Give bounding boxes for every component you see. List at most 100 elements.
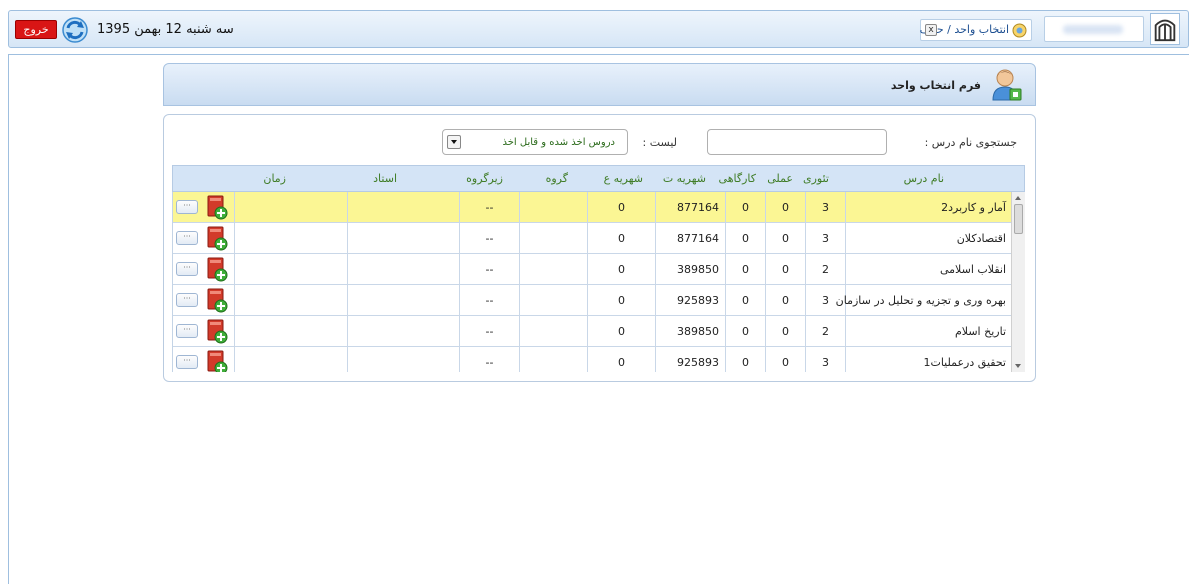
cell-tuition-t: 925893 xyxy=(656,285,726,316)
col-header-tuition-t[interactable]: شهریه ت xyxy=(663,172,706,185)
cell-subgroup: -- xyxy=(460,192,520,223)
cell-time xyxy=(235,192,348,223)
cell-tuition-t: 877164 xyxy=(656,192,726,223)
cell-theory: 2 xyxy=(806,316,846,347)
scroll-down-icon[interactable] xyxy=(1015,364,1021,368)
app-window: خروج سه شنبه 12 بهمن 1395 انتخاب واحد / … xyxy=(0,0,1189,584)
add-course-icon[interactable] xyxy=(206,350,228,372)
table-row[interactable]: ··· -- 0 877164 0 0 3 آمار و کاربرد2 xyxy=(173,192,1012,223)
cell-subgroup: -- xyxy=(460,347,520,372)
cell-theory: 3 xyxy=(806,347,846,372)
add-course-icon[interactable] xyxy=(206,226,228,251)
cell-time xyxy=(235,223,348,254)
cell-teacher xyxy=(348,285,460,316)
more-options-icon[interactable]: ··· xyxy=(176,355,198,369)
cell-practical: 0 xyxy=(766,254,806,285)
cell-practical: 0 xyxy=(766,223,806,254)
cell-practical: 0 xyxy=(766,285,806,316)
cell-time xyxy=(235,254,348,285)
scroll-thumb[interactable] xyxy=(1014,204,1023,234)
search-label: جستجوی نام درس : xyxy=(924,136,1017,149)
top-bar: خروج سه شنبه 12 بهمن 1395 انتخاب واحد / … xyxy=(8,10,1189,48)
more-options-icon[interactable]: ··· xyxy=(176,200,198,214)
list-label: لیست : xyxy=(642,136,678,149)
row-actions-cell: ··· xyxy=(173,223,235,254)
col-header-name[interactable]: نام درس xyxy=(904,172,944,185)
col-header-subgroup[interactable]: زیرگروه xyxy=(466,172,503,185)
cell-practical: 0 xyxy=(766,316,806,347)
table-row[interactable]: ··· -- 0 389850 0 0 2 انقلاب اسلامی xyxy=(173,254,1012,285)
cell-tuition-t: 925893 xyxy=(656,347,726,372)
col-header-theory[interactable]: تئوری xyxy=(803,172,829,185)
university-logo xyxy=(1150,13,1180,45)
table-row[interactable]: ··· -- 0 925893 0 0 3 بهره وری و تجزیه و تحلیل … xyxy=(173,285,1012,316)
vertical-scrollbar[interactable] xyxy=(1011,192,1025,372)
chevron-down-icon[interactable] xyxy=(447,135,461,149)
cell-practical: 0 xyxy=(766,192,806,223)
cell-tuition-a: 0 xyxy=(588,192,656,223)
cell-subgroup: -- xyxy=(460,223,520,254)
refresh-icon[interactable] xyxy=(61,16,89,44)
cell-tuition-a: 0 xyxy=(588,316,656,347)
add-course-icon[interactable] xyxy=(206,195,228,220)
cell-name: انقلاب اسلامی xyxy=(940,263,1006,276)
form-header: فرم انتخاب واحد xyxy=(163,63,1036,106)
exit-button[interactable]: خروج xyxy=(15,20,57,39)
cell-workshop: 0 xyxy=(726,347,766,372)
lesson-tab-icon xyxy=(1012,23,1027,38)
cell-theory: 3 xyxy=(806,223,846,254)
tab-course-selection[interactable]: انتخاب واحد / حذف x xyxy=(920,19,1032,41)
cell-tuition-a: 0 xyxy=(588,254,656,285)
table-row[interactable]: ··· -- 0 389850 0 0 2 تاریخ اسلام xyxy=(173,316,1012,347)
more-options-icon[interactable]: ··· xyxy=(176,324,198,338)
cell-practical: 0 xyxy=(766,347,806,372)
cell-group xyxy=(520,316,588,347)
cell-teacher xyxy=(348,316,460,347)
cell-time xyxy=(235,285,348,316)
add-course-icon[interactable] xyxy=(206,319,228,344)
close-icon[interactable]: x xyxy=(925,24,937,36)
col-header-group[interactable]: گروه xyxy=(546,172,568,185)
add-course-icon[interactable] xyxy=(206,288,228,313)
grid-header: نام درس تئوری عملی کارگاهی شهریه ت شهریه… xyxy=(172,165,1025,192)
cell-workshop: 0 xyxy=(726,285,766,316)
scroll-up-icon[interactable] xyxy=(1015,196,1021,200)
cell-tuition-t: 389850 xyxy=(656,254,726,285)
more-options-icon[interactable]: ··· xyxy=(176,293,198,307)
search-input[interactable] xyxy=(707,129,887,155)
current-date: سه شنبه 12 بهمن 1395 xyxy=(97,22,234,37)
cell-workshop: 0 xyxy=(726,254,766,285)
col-header-workshop[interactable]: کارگاهی xyxy=(719,172,756,185)
cell-tuition-a: 0 xyxy=(588,285,656,316)
more-options-icon[interactable]: ··· xyxy=(176,231,198,245)
col-header-tuition-a[interactable]: شهریه ع xyxy=(604,172,643,185)
col-header-practical[interactable]: عملی xyxy=(767,172,793,185)
cell-group xyxy=(520,347,588,372)
user-info-box xyxy=(1044,16,1144,42)
row-actions-cell: ··· xyxy=(173,192,235,223)
form-title: فرم انتخاب واحد xyxy=(890,79,981,92)
cell-workshop: 0 xyxy=(726,192,766,223)
form-panel: جستجوی نام درس : لیست : دروس اخذ شده و ق… xyxy=(163,114,1036,382)
list-select[interactable]: دروس اخذ شده و قابل اخذ xyxy=(442,129,628,155)
list-selected-value: دروس اخذ شده و قابل اخذ xyxy=(502,137,615,148)
col-header-teacher[interactable]: استاد xyxy=(373,172,397,185)
cell-group xyxy=(520,192,588,223)
cell-time xyxy=(235,316,348,347)
user-name-redacted xyxy=(1063,25,1123,34)
table-row[interactable]: ··· -- 0 877164 0 0 3 اقتصادکلان xyxy=(173,223,1012,254)
more-options-icon[interactable]: ··· xyxy=(176,262,198,276)
table-row[interactable]: ··· -- 0 925893 0 0 3 تحقیق درعملیات1 xyxy=(173,347,1012,372)
cell-group xyxy=(520,285,588,316)
cell-name: آمار و کاربرد2 xyxy=(941,201,1006,214)
row-actions-cell: ··· xyxy=(173,285,235,316)
cell-name: تحقیق درعملیات1 xyxy=(923,356,1006,369)
cell-tuition-a: 0 xyxy=(588,223,656,254)
cell-teacher xyxy=(348,347,460,372)
cell-name: تاریخ اسلام xyxy=(954,325,1006,338)
row-actions-cell: ··· xyxy=(173,347,235,372)
grid-body: ··· -- 0 877164 0 0 3 آمار و کاربرد2 ··· -- 0 87716… xyxy=(172,192,1025,372)
add-course-icon[interactable] xyxy=(206,257,228,282)
col-header-time[interactable]: زمان xyxy=(263,172,286,185)
row-actions-cell: ··· xyxy=(173,316,235,347)
